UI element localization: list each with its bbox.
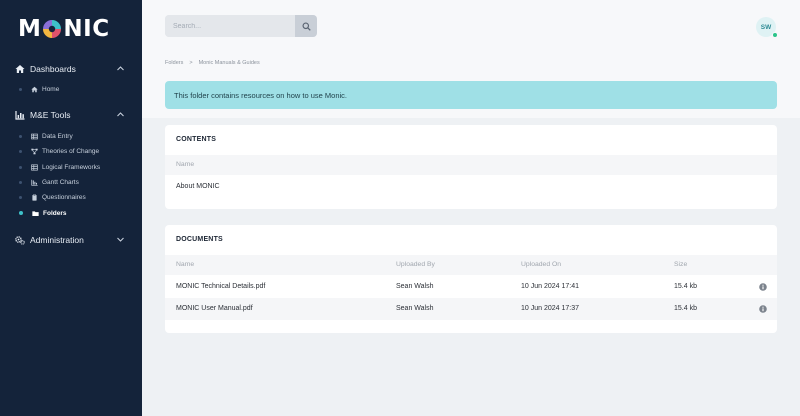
folder-name: About MONIC: [176, 183, 220, 190]
breadcrumb-folders-link[interactable]: Folders: [165, 60, 183, 66]
home-icon: [31, 86, 38, 93]
table-icon: [31, 133, 38, 140]
home-icon: [15, 64, 25, 74]
document-name: MONIC Technical Details.pdf: [176, 283, 266, 290]
nav-dot: [19, 134, 22, 138]
network-icon: [31, 148, 38, 155]
chevron-down-icon: [116, 235, 125, 244]
info-icon[interactable]: [759, 283, 767, 291]
folder-row[interactable]: About MONIC: [165, 176, 777, 198]
online-status-indicator: [772, 32, 778, 38]
sidebar-item-data-entry[interactable]: Data Entry: [0, 129, 142, 143]
nav-dot: [19, 195, 22, 199]
contents-header-row: Name: [165, 155, 777, 175]
grid-icon: [31, 163, 38, 171]
documents-header-row: Name Uploaded By Uploaded On Size: [165, 255, 777, 275]
document-uploaded-by: Sean Walsh: [396, 305, 434, 312]
logo-letters-nic: NIC: [63, 16, 110, 42]
search-input[interactable]: [165, 15, 295, 37]
contents-title: CONTENTS: [176, 136, 217, 143]
avatar-initials: SW: [760, 23, 772, 31]
sidebar-section-label: Administration: [30, 235, 84, 245]
alert-text: This folder contains resources on how to…: [174, 90, 348, 100]
monic-logo[interactable]: M NIC: [18, 16, 110, 42]
breadcrumb: Folders > Monic Manuals & Guides: [165, 60, 260, 66]
search-bar: [165, 15, 317, 37]
document-uploaded-on: 10 Jun 2024 17:41: [521, 283, 579, 290]
documents-card: DOCUMENTS Name Uploaded By Uploaded On S…: [165, 225, 777, 333]
document-size: 15.4 kb: [674, 305, 697, 312]
search-button[interactable]: [295, 15, 317, 37]
info-icon[interactable]: [759, 305, 767, 313]
sidebar-item-folders[interactable]: Folders: [0, 206, 142, 220]
breadcrumb-separator: >: [189, 60, 193, 66]
nav-dot: [19, 180, 22, 184]
sidebar-item-label: Data Entry: [42, 132, 73, 140]
chevron-up-icon: [116, 110, 125, 119]
folder-icon: [32, 210, 39, 217]
logo-letter-m: M: [18, 16, 42, 42]
sidebar-item-home[interactable]: Home: [0, 82, 142, 96]
user-avatar[interactable]: SW: [756, 17, 778, 38]
sidebar-section-dashboards[interactable]: Dashboards: [0, 60, 142, 78]
table-row[interactable]: MONIC Technical Details.pdf Sean Walsh 1…: [165, 276, 777, 298]
sidebar-item-label: Theories of Change: [42, 147, 100, 155]
documents-title: DOCUMENTS: [176, 236, 223, 243]
document-name: MONIC User Manual.pdf: [176, 305, 253, 312]
column-header-uploaded-on: Uploaded On: [521, 261, 562, 268]
search-icon: [301, 21, 311, 31]
document-uploaded-by: Sean Walsh: [396, 283, 434, 290]
sidebar-item-questionnaires[interactable]: Questionnaires: [0, 190, 142, 204]
nav-dot: [19, 149, 22, 153]
document-uploaded-on: 10 Jun 2024 17:37: [521, 305, 579, 312]
chart-icon: [15, 110, 25, 120]
document-size: 15.4 kb: [674, 283, 697, 290]
column-header-size: Size: [674, 261, 688, 268]
sidebar-item-label: Home: [42, 85, 60, 93]
sidebar: M NIC Dashboards Home M&E Tools Data Ent…: [0, 0, 142, 416]
sidebar-section-label: Dashboards: [30, 64, 76, 74]
sidebar-section-administration[interactable]: Administration: [0, 231, 142, 249]
sidebar-section-label: M&E Tools: [30, 110, 71, 120]
folder-info-alert: This folder contains resources on how to…: [165, 81, 777, 109]
column-header-name: Name: [176, 261, 195, 268]
sidebar-item-theories-of-change[interactable]: Theories of Change: [0, 144, 142, 158]
sidebar-item-gantt-charts[interactable]: Gantt Charts: [0, 175, 142, 189]
clipboard-icon: [31, 193, 38, 201]
breadcrumb-current: Monic Manuals & Guides: [198, 60, 260, 66]
sidebar-section-me-tools[interactable]: M&E Tools: [0, 106, 142, 124]
sidebar-item-label: Questionnaires: [42, 193, 86, 201]
column-header-uploaded-by: Uploaded By: [396, 261, 435, 268]
nav-dot: [19, 87, 22, 91]
sidebar-item-label: Gantt Charts: [42, 178, 79, 186]
sidebar-item-logical-frameworks[interactable]: Logical Frameworks: [0, 160, 142, 174]
chevron-up-icon: [116, 64, 125, 73]
sidebar-item-label: Logical Frameworks: [42, 163, 101, 171]
contents-card: CONTENTS Name About MONIC: [165, 125, 777, 209]
cogs-icon: [15, 235, 25, 245]
nav-dot: [19, 165, 22, 169]
table-row[interactable]: MONIC User Manual.pdf Sean Walsh 10 Jun …: [165, 298, 777, 320]
nav-dot-active: [19, 211, 23, 215]
gantt-icon: [31, 179, 38, 186]
column-header-name: Name: [176, 161, 195, 168]
sidebar-item-label: Folders: [43, 209, 67, 217]
logo-o-mark-icon: [42, 19, 62, 39]
